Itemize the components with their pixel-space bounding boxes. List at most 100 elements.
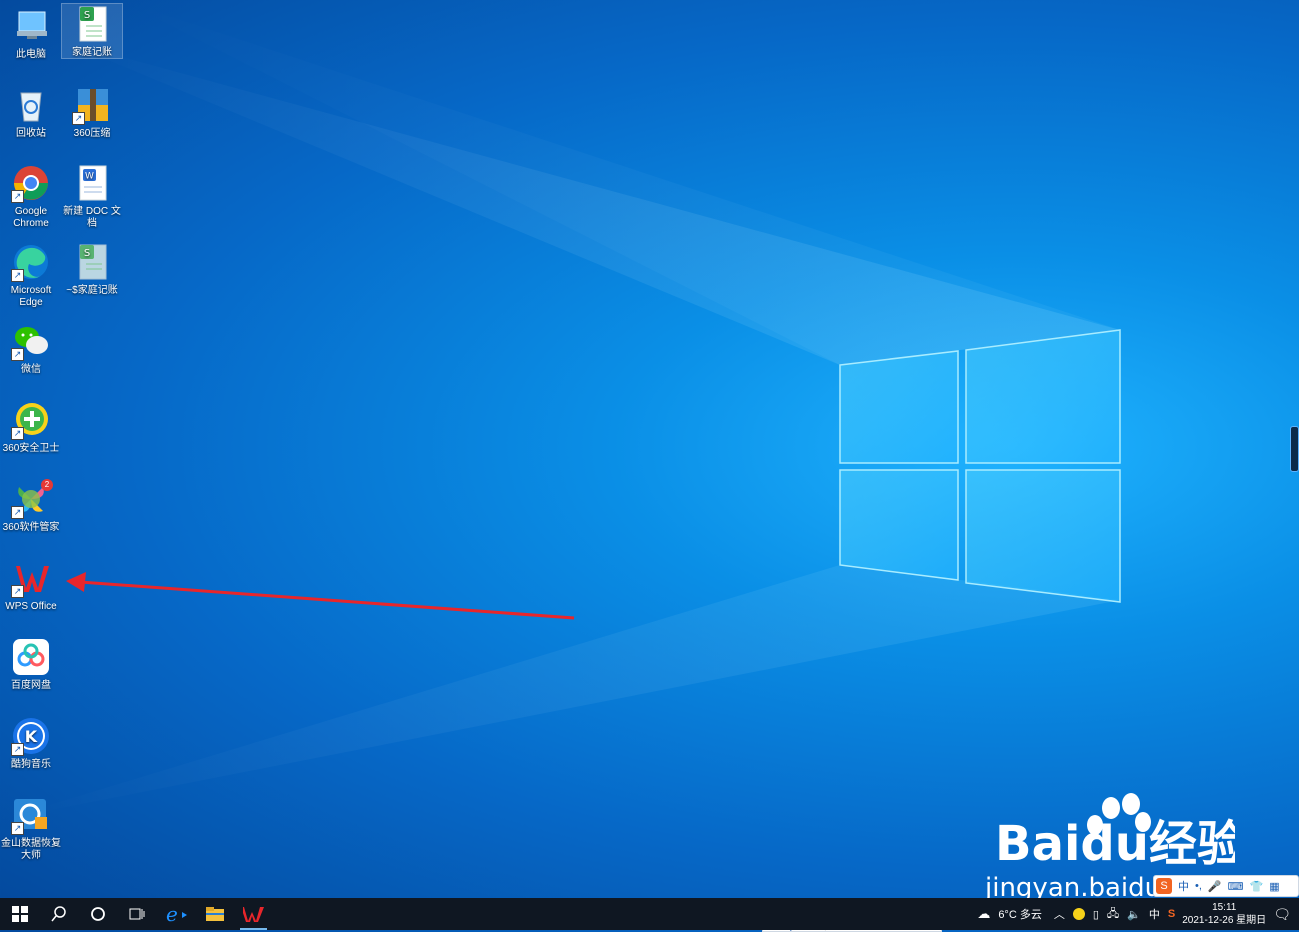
ime-lang-toggle[interactable]: 中 [1178, 878, 1189, 894]
desktop-icon-label: 360压缩 [73, 128, 111, 139]
kugou-icon: K ↗ [11, 716, 51, 756]
task-view-icon [129, 908, 144, 920]
desktop-icon-label: 酷狗音乐 [11, 759, 51, 770]
svg-text:K: K [25, 727, 38, 746]
desktop-icon-family-ledger[interactable]: S 家庭记账 [61, 3, 123, 59]
battery-icon[interactable]: ▯ [1093, 908, 1099, 921]
volume-icon[interactable]: 🔈 [1127, 908, 1141, 921]
shortcut-arrow-icon: ↗ [11, 506, 24, 519]
shortcut-arrow-icon: ↗ [11, 427, 24, 440]
shortcut-arrow-icon: ↗ [11, 348, 24, 361]
keyboard-icon[interactable]: ⌨ [1228, 880, 1244, 893]
weather-icon[interactable]: ☁ [977, 906, 990, 922]
desktop-icon-360-security[interactable]: ↗ 360安全卫士 [1, 400, 61, 455]
system-tray: ☁ 6°C 多云 ︿ ▯ 🖧 🔈 中 S 15:11 2021-12-26 星期… [973, 898, 1299, 930]
desktop-icon-wechat[interactable]: ↗ 微信 [1, 321, 61, 376]
taskbar: e ☁ 6°C 多云 ︿ ▯ 🖧 🔈 中 S 15:11 2021-12-26 … [0, 898, 1299, 930]
scroll-indicator[interactable] [1290, 426, 1299, 472]
ime-toolbar[interactable]: S 中 •, 🎤 ⌨ 👕 ▦ [1153, 875, 1299, 897]
cortana-button[interactable] [78, 898, 117, 930]
windows-logo-icon [11, 906, 28, 922]
desktop-icon-edge[interactable]: ↗ Microsoft Edge [1, 242, 61, 309]
360-security-icon: ↗ [11, 400, 51, 440]
shortcut-arrow-icon: ↗ [11, 822, 24, 835]
baidu-paw-logo: Baidu经验 [995, 793, 1245, 872]
notification-badge: 2 [41, 479, 53, 491]
desktop-icon-wps-office[interactable]: ↗ WPS Office [1, 558, 61, 613]
desktop-icon-360-zip[interactable]: ↗ 360压缩 [62, 85, 122, 140]
edge-icon: ↗ [11, 242, 51, 282]
taskbar-app-wps[interactable] [234, 898, 273, 930]
shortcut-arrow-icon: ↗ [11, 743, 24, 756]
wps-office-icon: ↗ [11, 558, 51, 598]
spreadsheet-file-icon: S [72, 242, 112, 282]
file-explorer-icon [205, 907, 224, 921]
desktop-icon-baidu-netdisk[interactable]: 百度网盘 [1, 637, 61, 692]
desktop-icon-label: 360软件管家 [2, 522, 60, 533]
wechat-icon: ↗ [11, 321, 51, 361]
desktop-icon-this-pc[interactable]: 此电脑 [1, 6, 61, 61]
shortcut-arrow-icon: ↗ [72, 112, 85, 125]
cortana-icon [90, 907, 105, 921]
desktop-icon-label: Google Chrome [13, 206, 49, 229]
360-tray-icon[interactable] [1072, 908, 1085, 920]
svg-text:W: W [85, 172, 94, 182]
start-button[interactable] [0, 898, 39, 930]
desktop-icon-label: Microsoft Edge [10, 285, 52, 308]
desktop-icon-label: WPS Office [5, 601, 57, 612]
baidu-netdisk-icon [11, 637, 51, 677]
shortcut-arrow-icon: ↗ [11, 585, 24, 598]
computer-icon [11, 6, 51, 46]
desktop-icon-label: 金山数据恢复大师 [1, 838, 61, 861]
chevron-up-icon[interactable]: ︿ [1054, 906, 1065, 922]
svg-text:S: S [84, 248, 90, 259]
svg-text:S: S [84, 10, 90, 21]
chrome-icon: ↗ [11, 163, 51, 203]
spreadsheet-file-icon: S [72, 4, 112, 44]
desktop-icon-data-recovery[interactable]: ↗ 金山数据恢复大师 [1, 795, 61, 862]
search-button[interactable] [39, 898, 78, 930]
ie-icon: e [166, 904, 187, 924]
data-recovery-icon: ↗ [11, 795, 51, 835]
desktop-icon-label: 360安全卫士 [2, 443, 60, 454]
microphone-icon[interactable]: 🎤 [1208, 880, 1222, 893]
desktop-icon-kugou-music[interactable]: K ↗ 酷狗音乐 [1, 716, 61, 771]
watermark-brand: Baidu经验 [995, 816, 1235, 865]
desktop-icon-new-doc[interactable]: W 新建 DOC 文档 [62, 163, 122, 230]
skin-icon[interactable]: 👕 [1250, 880, 1264, 893]
recycle-bin-icon [11, 85, 51, 125]
360-software-manager-icon: ↗ 2 [11, 479, 53, 519]
desktop-icon-label: ~$家庭记账 [66, 285, 118, 296]
notification-center-icon[interactable]: 🗨 [1273, 906, 1291, 923]
desktop-icon-label: 百度网盘 [11, 680, 51, 691]
ime-lang-indicator[interactable]: 中 [1149, 906, 1160, 922]
archive-icon: ↗ [72, 85, 112, 125]
weather-text[interactable]: 6°C 多云 [998, 906, 1042, 922]
desktop-icon-recycle-bin[interactable]: 回收站 [1, 85, 61, 140]
svg-text:e: e [166, 904, 178, 924]
search-icon [50, 906, 66, 922]
clock-date: 2021-12-26 星期日 [1182, 915, 1267, 926]
toolbox-icon[interactable]: ▦ [1269, 880, 1279, 893]
desktop-icon-label: 新建 DOC 文档 [63, 206, 121, 229]
network-icon[interactable]: 🖧 [1107, 905, 1119, 924]
desktop-icon-label: 此电脑 [16, 49, 46, 60]
clock-time: 15:11 [1212, 902, 1237, 913]
shortcut-arrow-icon: ↗ [11, 269, 24, 282]
taskbar-app-ie[interactable]: e [156, 898, 195, 930]
word-file-icon: W [72, 163, 112, 203]
desktop-icon-family-ledger-temp[interactable]: S ~$家庭记账 [62, 242, 122, 297]
sogou-icon[interactable]: S [1156, 878, 1172, 894]
desktop-icon-label: 家庭记账 [72, 47, 112, 58]
desktop-icon-chrome[interactable]: ↗ Google Chrome [1, 163, 61, 230]
task-view-button[interactable] [117, 898, 156, 930]
desktop-icon-label: 微信 [21, 364, 41, 375]
desktop-icon-360-software-manager[interactable]: ↗ 2 360软件管家 [1, 479, 61, 534]
desktop-icon-label: 回收站 [16, 128, 46, 139]
taskbar-app-file-explorer[interactable] [195, 898, 234, 930]
shortcut-arrow-icon: ↗ [11, 190, 24, 203]
sogou-tray-icon[interactable]: S [1168, 908, 1175, 920]
clock[interactable]: 15:11 2021-12-26 星期日 [1179, 901, 1269, 927]
punctuation-icon[interactable]: •, [1195, 880, 1202, 892]
wps-icon [242, 907, 264, 922]
